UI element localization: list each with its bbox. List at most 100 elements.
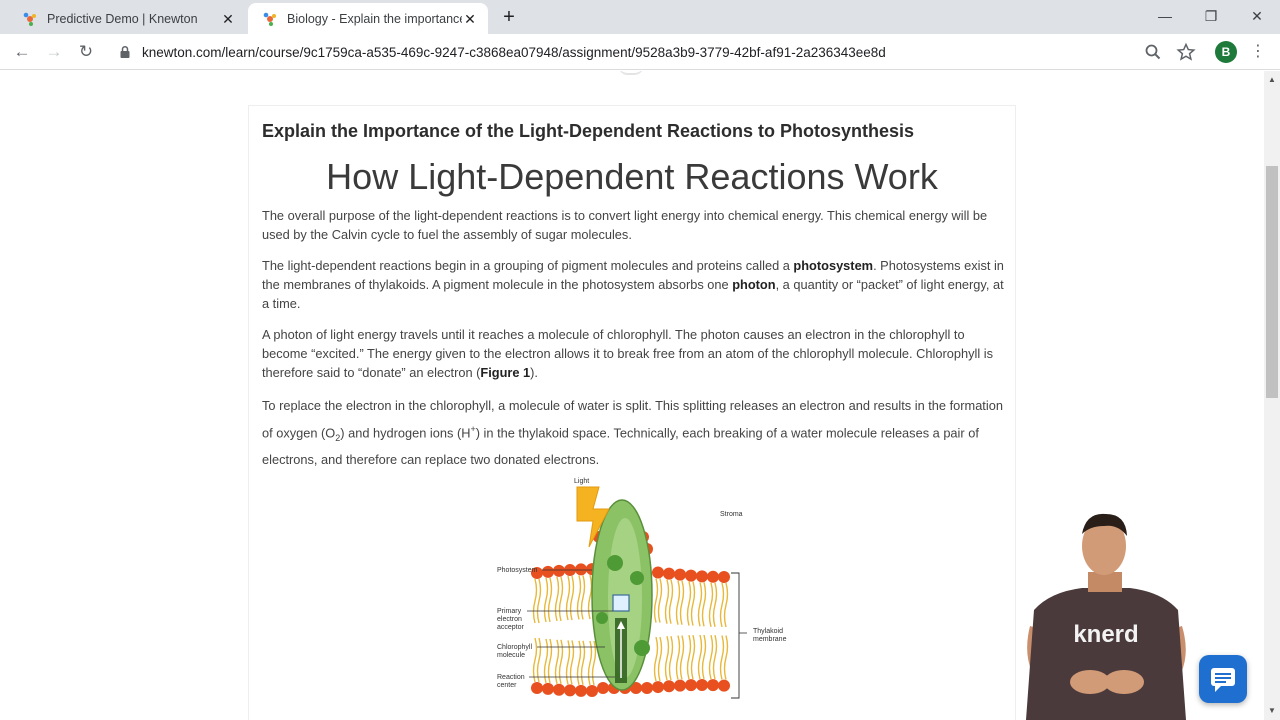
presenter-illustration: knerd xyxy=(1026,513,1186,720)
label-thylakoid: membrane xyxy=(753,636,787,643)
tab-predictive-demo[interactable]: Predictive Demo | Knewton ✕ xyxy=(8,3,246,34)
lipid-head xyxy=(553,683,565,696)
lipid-tail xyxy=(536,578,542,624)
lipid-tail xyxy=(536,637,542,683)
lipid-head xyxy=(707,570,719,583)
chat-button[interactable] xyxy=(1199,655,1247,703)
lock-icon xyxy=(120,45,130,58)
primary-acceptor-box xyxy=(612,594,630,612)
lipid-tail xyxy=(657,636,663,682)
chlorophyll-dot xyxy=(630,571,644,585)
minimize-window-icon[interactable]: — xyxy=(1142,4,1188,28)
browser-menu-icon[interactable]: ⋮ xyxy=(1250,41,1266,63)
lipid-head xyxy=(597,682,609,694)
lesson-card: Explain the Importance of the Light-Depe… xyxy=(248,105,1016,720)
paragraph-purpose: The overall purpose of the light-depende… xyxy=(262,208,988,242)
lipid-tail xyxy=(697,634,703,680)
term-photon: photon xyxy=(732,276,776,292)
lipid-head xyxy=(652,681,664,694)
lipid-tail xyxy=(558,576,564,622)
lipid-tail xyxy=(708,582,714,627)
text-segment: A photon of light energy travels until i… xyxy=(262,327,993,380)
term-photosystem: photosystem xyxy=(793,258,874,273)
lipid-tail xyxy=(664,636,670,681)
text-segment: ) and hydrogen ions (H xyxy=(340,424,471,440)
lipid-tail xyxy=(686,634,692,680)
lipid-tail xyxy=(712,634,718,680)
lipid-head xyxy=(707,679,719,692)
presenter-video: knerd xyxy=(990,506,1222,720)
lipid-tail xyxy=(576,575,582,620)
tab-strip: Predictive Demo | Knewton ✕ Biology - Ex… xyxy=(0,0,1280,34)
photosystem-diagram: Light Stroma Photosystem Primary electro… xyxy=(497,478,787,699)
lipid-tail xyxy=(708,634,714,680)
lipid-head xyxy=(718,679,730,692)
membrane-bracket xyxy=(731,572,740,699)
label-chlorophyll: Chlorophyll xyxy=(497,644,532,651)
new-tab-plus-icon[interactable]: + xyxy=(498,6,520,28)
close-window-icon[interactable]: ✕ xyxy=(1234,4,1280,28)
lipid-head xyxy=(564,684,576,697)
lipid-head xyxy=(685,679,697,692)
forward-arrow-icon[interactable]: → xyxy=(41,39,67,65)
tab-close-icon[interactable]: ✕ xyxy=(220,11,236,27)
lipid-head xyxy=(575,684,587,697)
scroll-down-arrow-icon[interactable]: ▼ xyxy=(1264,704,1280,718)
tab-biology[interactable]: Biology - Explain the importance ✕ xyxy=(248,3,488,34)
lipid-tail xyxy=(690,581,696,626)
bookmark-star-icon[interactable] xyxy=(1175,41,1197,63)
lipid-tail xyxy=(543,577,549,623)
lipid-tail xyxy=(657,578,663,623)
scroll-up-arrow-icon[interactable]: ▲ xyxy=(1264,73,1280,87)
lipid-head xyxy=(663,680,675,693)
text-segment: The light-dependent reactions begin in a… xyxy=(262,258,794,273)
lipid-head xyxy=(685,569,697,582)
lipid-tail xyxy=(668,636,674,681)
scrollbar-thumb[interactable] xyxy=(1266,166,1278,398)
lipid-tail xyxy=(701,634,707,680)
lipid-tail xyxy=(690,634,696,680)
lipid-tail xyxy=(679,635,685,680)
label-primary: Primary xyxy=(497,608,522,615)
figure-link[interactable]: Figure 1 xyxy=(480,365,530,380)
lipid-tail xyxy=(719,635,725,680)
label-reaction: center xyxy=(497,682,517,689)
lipid-tail xyxy=(532,578,538,624)
restore-window-icon[interactable]: ❐ xyxy=(1188,4,1234,28)
label-primary: electron xyxy=(497,616,522,623)
chlorophyll-dot xyxy=(607,555,623,571)
lipid-head xyxy=(575,563,587,576)
chlorophyll-dot xyxy=(596,612,608,624)
lipid-tail xyxy=(712,582,718,627)
lipid-head xyxy=(696,570,708,583)
zoom-magnifier-icon[interactable] xyxy=(1142,41,1164,63)
lipid-tail xyxy=(723,582,729,628)
presenter-shirt xyxy=(1026,588,1186,720)
lipid-tail xyxy=(653,636,659,682)
lipid-head xyxy=(542,565,554,578)
lipid-tail xyxy=(554,576,560,622)
lipid-tail xyxy=(565,575,571,621)
lipid-tail xyxy=(547,577,553,623)
shirt-logo-text: knerd xyxy=(1073,621,1138,648)
label-stroma: Stroma xyxy=(720,511,743,518)
paragraph-photosystem: The light-dependent reactions begin in a… xyxy=(262,257,1004,313)
lipid-head xyxy=(641,682,653,694)
chat-bubble-icon xyxy=(1211,668,1235,692)
knewton-favicon-icon xyxy=(23,12,36,26)
back-arrow-icon[interactable]: ← xyxy=(9,39,35,65)
lipid-head xyxy=(674,568,686,581)
profile-avatar[interactable]: B xyxy=(1215,41,1237,63)
lipid-tail xyxy=(580,575,586,620)
lipid-head xyxy=(663,567,675,580)
label-thylakoid: Thylakoid xyxy=(753,628,783,635)
lipid-tail xyxy=(532,637,538,683)
reload-icon[interactable]: ↻ xyxy=(73,39,99,65)
tab-close-icon[interactable]: ✕ xyxy=(462,11,478,27)
label-reaction: Reaction xyxy=(497,674,525,681)
lipid-tail xyxy=(653,578,659,623)
lipid-tail xyxy=(675,580,681,625)
lipid-head xyxy=(718,570,730,583)
address-bar[interactable]: knewton.com/learn/course/9c1759ca-a535-4… xyxy=(112,38,1204,66)
lipid-tail xyxy=(547,638,553,684)
